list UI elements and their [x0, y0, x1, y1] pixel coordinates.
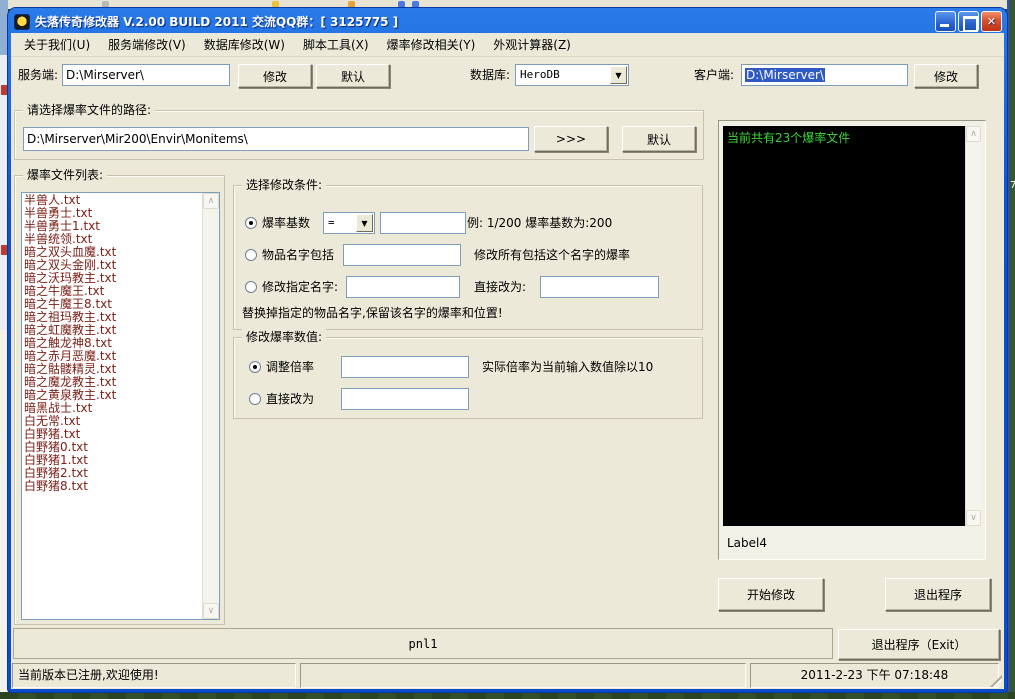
status-middle	[300, 663, 746, 688]
path-groupbox: 请选择爆率文件的路径: >>> 默认	[14, 110, 704, 160]
condition-groupbox: 选择修改条件: 爆率基数 = ▼ 例: 1/200 爆率基数为:200 物品名字…	[233, 185, 703, 330]
close-button[interactable]: ✕	[981, 11, 1002, 32]
bottom-panel: pnl1	[13, 628, 833, 659]
desktop-right-sliver: 7	[1007, 0, 1015, 699]
desktop-icon-fragment	[272, 1, 279, 8]
name-contains-label: 物品名字包括	[262, 244, 334, 266]
rename-radio[interactable]	[245, 281, 257, 293]
name-contains-radio[interactable]	[245, 249, 257, 261]
log-panel: 当前共有23个爆率文件 ∧ ∨ Label4	[718, 120, 986, 560]
multiplier-hint: 实际倍率为当前输入数值除以10	[482, 356, 653, 378]
menu-bar: 关于我们(U)服务端修改(V)数据库修改(W)脚本工具(X)爆率修改相关(Y)外…	[11, 33, 1004, 57]
app-window: 失落传奇修改器 V.2.00 BUILD 2011 交流QQ群：[ 312577…	[8, 8, 1007, 692]
drop-file-listbox[interactable]: 半兽人.txt半兽勇士.txt半兽勇士1.txt半兽统领.txt暗之双头血魔.t…	[21, 192, 220, 620]
file-list-caption: 爆率文件列表:	[23, 167, 107, 183]
client-label: 客户端:	[694, 64, 734, 86]
rename-label: 修改指定名字:	[262, 276, 338, 298]
resize-grip[interactable]	[990, 675, 1002, 687]
window-title: 失落传奇修改器 V.2.00 BUILD 2011 交流QQ群：[ 312577…	[35, 13, 935, 30]
bottom-panel-label: pnl1	[409, 637, 438, 651]
path-groupbox-caption: 请选择爆率文件的路径:	[23, 102, 155, 118]
drop-path-input[interactable]	[23, 127, 529, 151]
exit-button[interactable]: 退出程序	[885, 578, 991, 611]
file-list-scrollbar[interactable]: ∧ ∨	[202, 193, 219, 619]
server-default-button[interactable]: 默认	[316, 64, 390, 88]
rate-base-input[interactable]	[380, 212, 466, 234]
direct-value-radio[interactable]	[249, 393, 261, 405]
start-modify-button[interactable]: 开始修改	[718, 578, 824, 611]
database-select[interactable]: HeroDB ▼	[515, 64, 629, 86]
multiplier-input[interactable]	[341, 356, 469, 378]
browse-button[interactable]: >>>	[534, 126, 608, 152]
scroll-down-icon[interactable]: ∨	[966, 510, 981, 526]
menu-item[interactable]: 爆率修改相关(Y)	[378, 34, 485, 56]
file-list-groupbox: 爆率文件列表: 半兽人.txt半兽勇士.txt半兽勇士1.txt半兽统领.txt…	[14, 175, 225, 625]
rename-note: 替换掉指定的物品名字,保留该名字的爆率和位置!	[242, 302, 503, 324]
server-label: 服务端:	[18, 64, 58, 86]
rate-base-radio[interactable]	[245, 217, 257, 229]
rate-base-example: 例: 1/200 爆率基数为:200	[467, 212, 612, 234]
desktop-icon-fragment	[412, 1, 419, 8]
desktop-text-fragment	[1, 245, 7, 255]
name-contains-hint: 修改所有包括这个名字的爆率	[474, 244, 630, 266]
name-contains-input[interactable]	[343, 244, 461, 266]
status-registration: 当前版本已注册,欢迎使用!	[12, 663, 296, 688]
desktop-left-sliver	[0, 0, 8, 699]
scroll-up-icon[interactable]: ∧	[966, 126, 981, 142]
rename-to-label: 直接改为:	[474, 276, 526, 298]
multiplier-label: 调整倍率	[266, 356, 314, 378]
rate-base-label: 爆率基数	[262, 212, 310, 234]
minimize-button[interactable]	[935, 11, 956, 32]
server-path-input[interactable]	[62, 64, 230, 86]
menu-item[interactable]: 外观计算器(Z)	[484, 34, 580, 56]
menu-item[interactable]: 服务端修改(V)	[99, 34, 195, 56]
menu-item[interactable]: 脚本工具(X)	[294, 34, 378, 56]
file-list-items: 半兽人.txt半兽勇士.txt半兽勇士1.txt半兽统领.txt暗之双头血魔.t…	[24, 194, 201, 618]
desktop-grass-wallpaper	[0, 692, 1015, 699]
operator-value: =	[328, 216, 335, 229]
rename-to-input[interactable]	[540, 276, 659, 298]
database-label: 数据库:	[470, 64, 510, 86]
maximize-button[interactable]	[958, 11, 979, 32]
label4: Label4	[727, 536, 767, 550]
database-value: HeroDB	[520, 68, 560, 81]
desktop: { "background": { "right_fragment": "7" …	[0, 0, 1015, 699]
scroll-down-icon[interactable]: ∨	[203, 603, 219, 619]
server-modify-button[interactable]: 修改	[238, 64, 312, 88]
title-bar: 失落传奇修改器 V.2.00 BUILD 2011 交流QQ群：[ 312577…	[11, 10, 1004, 33]
direct-value-label: 直接改为	[266, 388, 314, 410]
dropdown-arrow-icon[interactable]: ▼	[356, 214, 373, 232]
condition-caption: 选择修改条件:	[242, 177, 326, 193]
log-console: 当前共有23个爆率文件	[723, 126, 965, 526]
client-modify-button[interactable]: 修改	[914, 64, 978, 88]
direct-value-input[interactable]	[341, 388, 469, 410]
scroll-up-icon[interactable]: ∧	[203, 193, 219, 209]
menu-item[interactable]: 数据库修改(W)	[195, 34, 294, 56]
value-caption: 修改爆率数值:	[242, 329, 326, 345]
log-scrollbar[interactable]: ∧ ∨	[965, 126, 981, 526]
desktop-text-fragment: 7	[1010, 180, 1015, 191]
rename-input[interactable]	[346, 276, 460, 298]
desktop-icon-fragment	[102, 1, 109, 8]
dropdown-arrow-icon[interactable]: ▼	[610, 66, 627, 84]
status-clock: 2011-2-23 下午 07:18:48	[750, 663, 999, 688]
file-list-item[interactable]: 白野猪8.txt	[24, 480, 201, 493]
client-path-input[interactable]: D:\Mirserver\	[741, 64, 908, 86]
log-message: 当前共有23个爆率文件	[727, 131, 850, 145]
desktop-icon-fragment	[348, 1, 355, 8]
selected-text: D:\Mirserver\	[745, 68, 825, 82]
desktop-icon-fragment	[398, 1, 405, 8]
client-area: 关于我们(U)服务端修改(V)数据库修改(W)脚本工具(X)爆率修改相关(Y)外…	[11, 33, 1004, 689]
multiplier-radio[interactable]	[249, 361, 261, 373]
operator-select[interactable]: = ▼	[323, 212, 375, 234]
path-default-button[interactable]: 默认	[622, 126, 696, 152]
desktop-text-fragment	[1, 85, 7, 95]
exit-program-button[interactable]: 退出程序（Exit）	[838, 629, 1000, 660]
status-bar: 当前版本已注册,欢迎使用! 2011-2-23 下午 07:18:48	[12, 663, 1003, 688]
app-icon	[14, 14, 30, 30]
value-groupbox: 修改爆率数值: 调整倍率 实际倍率为当前输入数值除以10 直接改为	[233, 337, 703, 419]
menu-item[interactable]: 关于我们(U)	[15, 34, 99, 56]
